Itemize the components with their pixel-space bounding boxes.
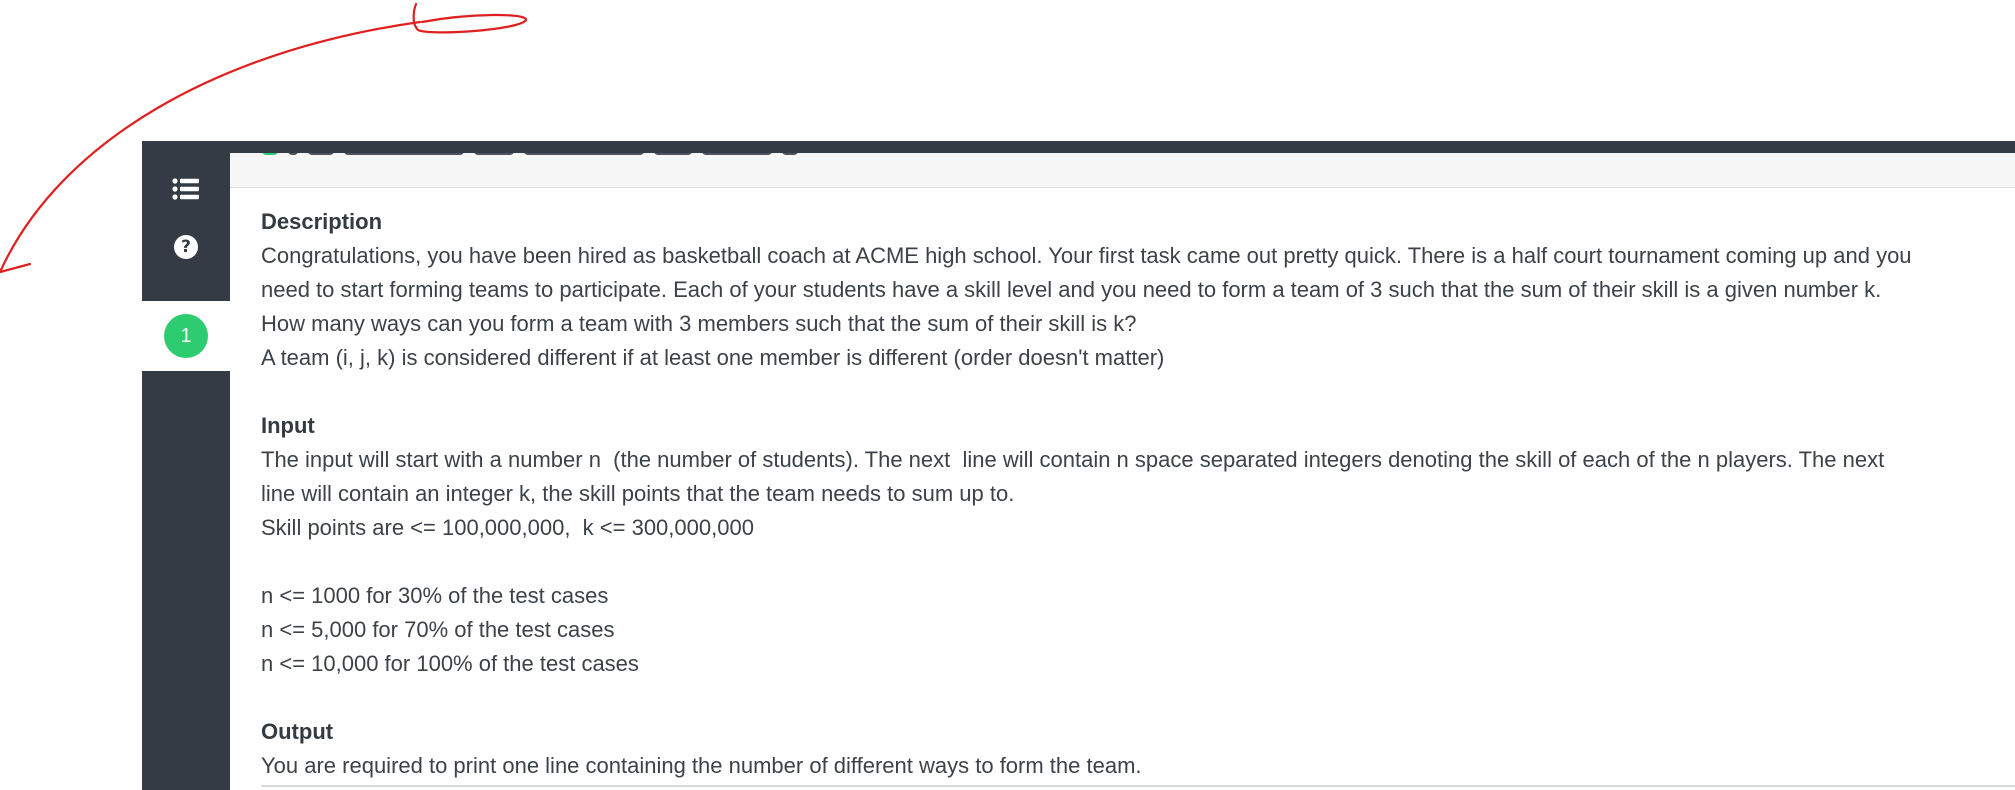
help-button[interactable]: ? bbox=[142, 225, 230, 269]
input-line: line will contain an integer k, the skil… bbox=[261, 481, 1015, 506]
problem-header bbox=[230, 153, 2015, 188]
app-top-bar bbox=[142, 141, 2015, 153]
constraint-line: n <= 1000 for 30% of the test cases bbox=[261, 583, 609, 608]
description-line: Congratulations, you have been hired as … bbox=[261, 243, 1912, 268]
description-line: How many ways can you form a team with 3… bbox=[261, 311, 1137, 336]
problem-number-badge: 1 bbox=[164, 314, 208, 358]
problem-list-button[interactable] bbox=[142, 167, 230, 211]
clipped-title bbox=[262, 153, 798, 159]
output-heading: Output bbox=[261, 719, 334, 744]
constraint-line: n <= 10,000 for 100% of the test cases bbox=[261, 651, 639, 676]
problem-statement: Description Congratulations, you have be… bbox=[261, 205, 2001, 783]
input-line: Skill points are <= 100,000,000, k <= 30… bbox=[261, 515, 754, 540]
list-icon bbox=[172, 178, 199, 200]
description-line: need to start forming teams to participa… bbox=[261, 277, 1882, 302]
description-heading: Description bbox=[261, 209, 383, 234]
screen: ? 1 Description Congratulations, you hav… bbox=[0, 0, 2015, 790]
input-line: The input will start with a number n (th… bbox=[261, 447, 1885, 472]
problem-tab-1[interactable]: 1 bbox=[142, 301, 230, 371]
description-line: A team (i, j, k) is considered different… bbox=[261, 345, 1165, 370]
constraint-line: n <= 5,000 for 70% of the test cases bbox=[261, 617, 615, 642]
sidebar: ? 1 bbox=[142, 153, 230, 790]
question-circle-icon: ? bbox=[174, 235, 198, 259]
output-line: You are required to print one line conta… bbox=[261, 753, 1142, 778]
section-divider bbox=[261, 785, 2015, 787]
input-heading: Input bbox=[261, 413, 315, 438]
